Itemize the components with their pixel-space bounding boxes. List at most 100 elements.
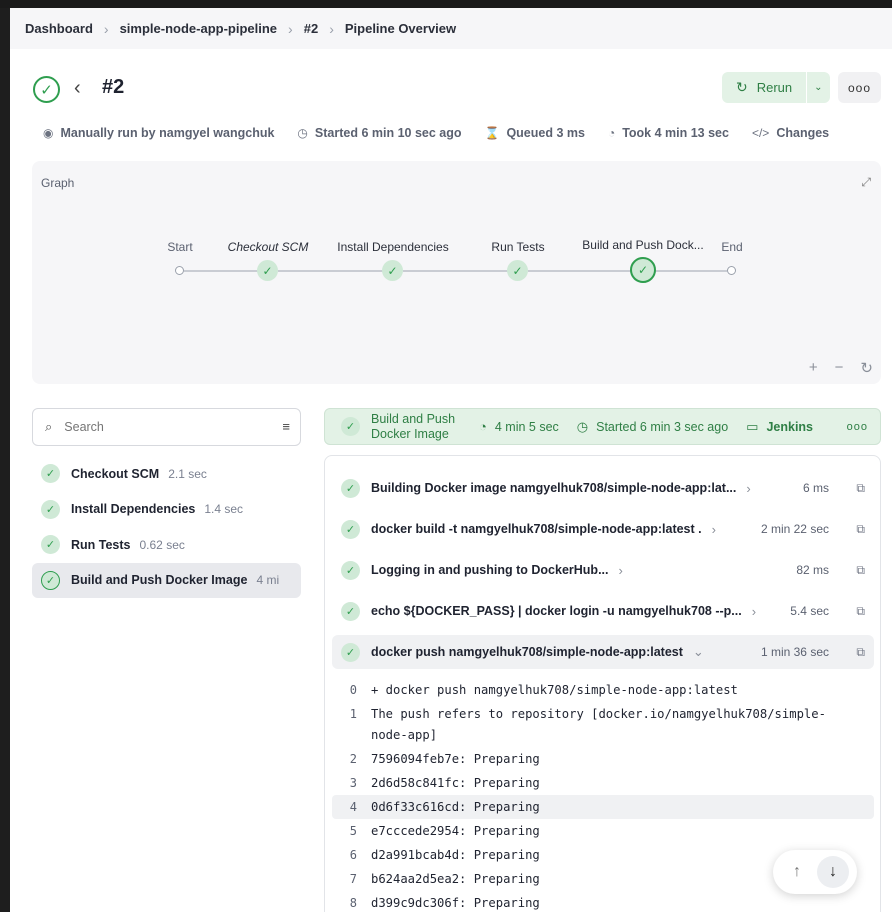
search-icon: ⌕ bbox=[45, 419, 53, 434]
step-duration: 5.4 sec bbox=[790, 604, 829, 618]
step-name: Building Docker image namgyelhuk708/simp… bbox=[371, 481, 737, 495]
step-duration: 6 ms bbox=[802, 481, 829, 495]
graph-label-build: Build and Push Dock... bbox=[582, 238, 704, 252]
success-check-icon: ✓ bbox=[41, 535, 60, 555]
rerun-dropdown-chevron-icon[interactable]: ⌄ bbox=[807, 72, 829, 103]
graph-edge bbox=[654, 270, 727, 272]
hourglass-icon: ⌛ bbox=[484, 126, 500, 140]
chevron-right-icon: › bbox=[329, 20, 334, 37]
meta-started: ◷ Started 6 min 10 sec ago bbox=[297, 126, 462, 140]
meta-queued: ⌛ Queued 3 ms bbox=[484, 126, 585, 140]
chevron-right-icon: › bbox=[746, 480, 751, 496]
graph-node-checkout[interactable]: ✓ bbox=[257, 260, 278, 281]
step-duration: 82 ms bbox=[796, 563, 829, 577]
chevron-right-icon: › bbox=[618, 562, 623, 578]
log-line: 1 The push refers to repository [docker.i… bbox=[349, 707, 826, 742]
graph-node-install[interactable]: ✓ bbox=[382, 260, 403, 281]
step-name: docker push namgyelhuk708/simple-node-ap… bbox=[371, 645, 683, 659]
stage-header-name: Build and Push Docker Image bbox=[371, 411, 456, 441]
window-left-edge bbox=[0, 8, 10, 912]
step-row[interactable]: ✓ Building Docker image namgyelhuk708/si… bbox=[332, 471, 874, 505]
search-input[interactable] bbox=[64, 420, 255, 434]
stage-item-tests[interactable]: ✓ Run Tests 0.62 sec bbox=[32, 527, 301, 563]
meta-run-by: ◉ Manually run by namgyel wangchuk bbox=[43, 126, 275, 140]
stage-more-button[interactable]: ooo bbox=[847, 421, 868, 433]
external-link-icon[interactable]: ⧉ bbox=[856, 645, 865, 660]
breadcrumb-dashboard[interactable]: Dashboard bbox=[25, 21, 93, 36]
log-line: 5 e7cccede2954: Preparing bbox=[349, 824, 540, 838]
step-name: echo ${DOCKER_PASS} | docker login -u na… bbox=[371, 604, 742, 618]
graph-edge bbox=[528, 270, 631, 272]
rerun-label: Rerun bbox=[756, 80, 793, 95]
pipeline-graph: Graph ⤢ Start Checkout SCM ✓ Install Dep… bbox=[32, 161, 881, 384]
external-link-icon[interactable]: ⧉ bbox=[856, 522, 865, 537]
stage-item-checkout[interactable]: ✓ Checkout SCM 2.1 sec bbox=[32, 456, 301, 492]
stage-item-build[interactable]: ✓ Build and Push Docker Image 4 mi bbox=[32, 562, 301, 598]
monitor-icon: ▭ bbox=[746, 418, 759, 434]
success-check-icon: ✓ bbox=[341, 478, 360, 498]
step-row[interactable]: ✓ echo ${DOCKER_PASS} | docker login -u … bbox=[332, 594, 874, 628]
page-title: #2 bbox=[102, 76, 125, 98]
stage-name: Run Tests bbox=[71, 537, 131, 552]
zoom-out-icon[interactable]: − bbox=[835, 359, 844, 377]
log-line: 4 0d6f33c616cd: Preparing bbox=[332, 795, 874, 819]
graph-label-install: Install Dependencies bbox=[337, 240, 449, 254]
more-options-button[interactable]: ooo bbox=[838, 72, 881, 103]
success-check-icon: ✓ bbox=[33, 76, 60, 103]
run-header: ✓ ‹ #2 ↻ Rerun ⌄ ooo bbox=[10, 49, 892, 119]
stage-header-duration: ◔ 4 min 5 sec bbox=[479, 419, 559, 434]
success-check-icon: ✓ bbox=[341, 519, 360, 539]
rerun-button[interactable]: ↻ Rerun bbox=[722, 72, 808, 103]
success-check-icon: ✓ bbox=[341, 417, 360, 436]
stage-duration: 2.1 sec bbox=[168, 466, 207, 481]
timer-icon: ◔ bbox=[607, 126, 616, 140]
graph-node-start bbox=[175, 266, 184, 275]
success-check-icon: ✓ bbox=[41, 464, 60, 484]
success-check-icon: ✓ bbox=[341, 642, 360, 662]
meta-changes[interactable]: </> Changes bbox=[752, 126, 829, 140]
zoom-in-icon[interactable]: + bbox=[809, 359, 818, 377]
chevron-right-icon: › bbox=[711, 521, 716, 537]
rerun-button-group: ↻ Rerun ⌄ bbox=[722, 72, 830, 103]
breadcrumb-pipeline[interactable]: simple-node-app-pipeline bbox=[120, 21, 277, 36]
step-duration: 1 min 36 sec bbox=[760, 645, 829, 659]
graph-label-checkout: Checkout SCM bbox=[227, 240, 309, 254]
graph-node-tests[interactable]: ✓ bbox=[507, 260, 528, 281]
graph-node-build[interactable]: ✓ bbox=[630, 257, 656, 283]
refresh-icon: ↻ bbox=[736, 79, 748, 95]
clock-icon: ◷ bbox=[576, 418, 589, 434]
step-row-expanded[interactable]: ✓ docker push namgyelhuk708/simple-node-… bbox=[332, 635, 874, 669]
stage-item-install[interactable]: ✓ Install Dependencies 1.4 sec bbox=[32, 492, 301, 528]
reset-zoom-icon[interactable]: ↻ bbox=[860, 359, 873, 377]
graph-title: Graph bbox=[41, 176, 75, 190]
user-icon: ◉ bbox=[43, 126, 54, 140]
step-duration: 2 min 22 sec bbox=[760, 522, 829, 536]
step-row[interactable]: ✓ docker build -t namgyelhuk708/simple-n… bbox=[332, 512, 874, 546]
stage-header-agent[interactable]: ▭ Jenkins bbox=[746, 419, 813, 435]
external-link-icon[interactable]: ⧉ bbox=[856, 604, 865, 619]
graph-node-end bbox=[727, 266, 736, 275]
step-name: Logging in and pushing to DockerHub... bbox=[371, 563, 609, 577]
log-line: 8 d399c9dc306f: Preparing bbox=[349, 896, 540, 910]
external-link-icon[interactable]: ⧉ bbox=[856, 481, 865, 496]
scroll-top-arrow-up-icon[interactable]: ↑ bbox=[781, 856, 813, 888]
breadcrumb-run[interactable]: #2 bbox=[304, 21, 318, 36]
success-check-icon: ✓ bbox=[41, 570, 60, 590]
graph-label-start: Start bbox=[167, 240, 193, 254]
chevron-down-icon: ⌄ bbox=[692, 644, 704, 659]
scroll-bottom-arrow-down-icon[interactable]: ↓ bbox=[817, 856, 849, 888]
expand-icon[interactable]: ⤢ bbox=[861, 175, 871, 190]
step-row[interactable]: ✓ Logging in and pushing to DockerHub...… bbox=[332, 553, 874, 587]
external-link-icon[interactable]: ⧉ bbox=[856, 563, 865, 578]
timer-icon: ◔ bbox=[479, 419, 487, 434]
chevron-right-icon: › bbox=[103, 20, 109, 37]
filter-icon[interactable]: ≡ bbox=[282, 419, 290, 434]
stage-name: Build and Push Docker Image bbox=[71, 573, 248, 588]
graph-edge bbox=[184, 270, 268, 272]
log-line: 0 + docker push namgyelhuk708/simple-node… bbox=[349, 683, 738, 697]
stage-list: ✓ Checkout SCM 2.1 sec ✓ Install Depende… bbox=[32, 456, 301, 598]
back-chevron-icon[interactable]: ‹ bbox=[74, 77, 81, 100]
step-list: ✓ Building Docker image namgyelhuk708/si… bbox=[324, 455, 881, 912]
breadcrumb-overview[interactable]: Pipeline Overview bbox=[345, 21, 456, 36]
success-check-icon: ✓ bbox=[341, 601, 360, 621]
